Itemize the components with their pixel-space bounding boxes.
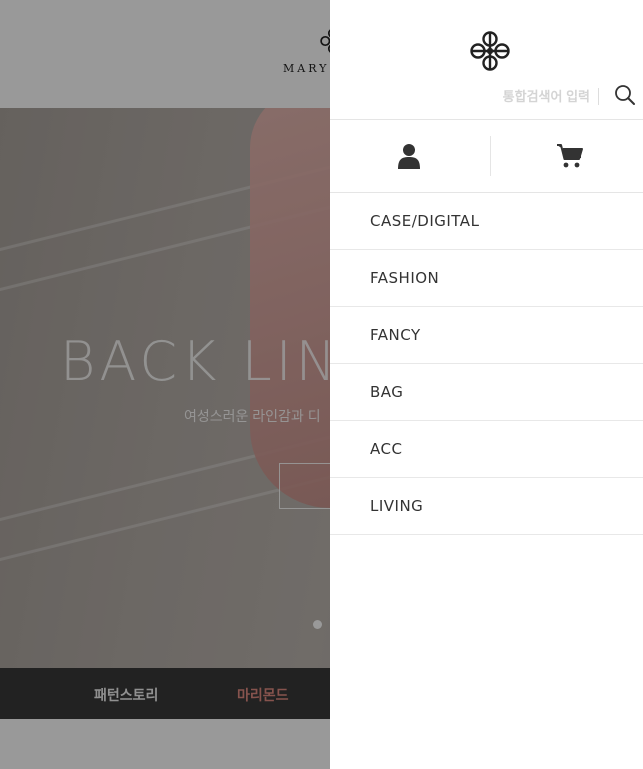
menu-item-label: CASE/DIGITAL <box>370 212 480 230</box>
category-menu: CASE/DIGITAL FASHION FANCY BAG ACC LIVIN… <box>330 193 643 535</box>
menu-item-bag[interactable]: BAG <box>330 364 643 421</box>
menu-item-label: LIVING <box>370 497 424 515</box>
menu-item-case-digital[interactable]: CASE/DIGITAL <box>330 193 643 250</box>
clover-ornament-icon[interactable] <box>470 30 510 77</box>
menu-item-label: FASHION <box>370 269 440 287</box>
search-bar <box>330 80 643 116</box>
search-input[interactable] <box>480 86 590 106</box>
cart-icon[interactable] <box>556 142 584 175</box>
menu-item-acc[interactable]: ACC <box>330 421 643 478</box>
side-drawer: CASE/DIGITAL FASHION FANCY BAG ACC LIVIN… <box>330 0 643 769</box>
account-actions-row <box>330 120 643 192</box>
menu-item-label: ACC <box>370 440 403 458</box>
menu-item-label: FANCY <box>370 326 421 344</box>
menu-item-living[interactable]: LIVING <box>330 478 643 535</box>
divider <box>490 136 491 176</box>
menu-item-label: BAG <box>370 383 404 401</box>
search-divider <box>598 88 599 105</box>
search-icon[interactable] <box>614 84 636 111</box>
user-icon[interactable] <box>398 143 420 174</box>
menu-item-fashion[interactable]: FASHION <box>330 250 643 307</box>
menu-item-fancy[interactable]: FANCY <box>330 307 643 364</box>
